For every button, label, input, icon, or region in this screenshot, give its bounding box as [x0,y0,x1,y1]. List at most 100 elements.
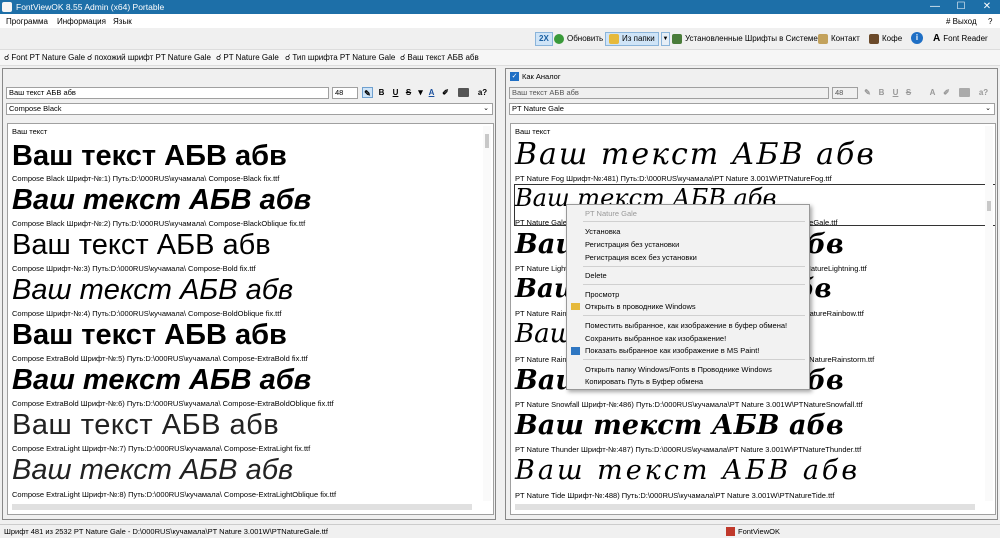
analog-checkbox[interactable]: ✓ [510,72,519,81]
left-vertical-scrollbar[interactable] [483,126,491,501]
coffee-button[interactable]: Кофе [869,32,902,46]
left-text-color-icon[interactable]: A [426,87,437,98]
left-horizontal-scrollbar[interactable] [12,504,472,510]
menu-item-copy-image[interactable]: Поместить выбранное, как изображение в б… [585,321,787,330]
scrollbar-thumb[interactable] [987,201,991,211]
menu-separator [583,284,805,285]
font-sample[interactable]: Ваш текст АБВ абв [12,142,287,171]
menu-item-delete[interactable]: Delete [585,271,607,280]
chevron-down-icon: ⌄ [483,105,489,112]
font-sample[interactable]: Ваш текст АБВ абв [515,412,844,439]
contact-button[interactable]: Контакт [818,32,860,46]
right-size-input[interactable]: 48 [832,87,858,99]
maximize-button[interactable]: ☐ [948,0,974,14]
font-sample[interactable]: Ваш текст АБВ абв [12,186,311,215]
left-print-icon[interactable] [458,88,469,97]
menu-bar: Программа Информация Язык # Выход ? [0,14,1000,28]
menu-separator [583,221,805,222]
left-strikeout-toggle[interactable]: S [403,87,414,98]
font-sample[interactable]: Ваш текст АБВ абв [12,456,293,485]
right-vertical-scrollbar[interactable] [985,126,993,501]
menu-exit[interactable]: # Выход [946,17,977,26]
pin-icon: ☌ [4,53,10,62]
pin-icon: ☌ [87,53,93,62]
folder-icon [571,303,580,310]
menu-item-open-fonts-folder[interactable]: Открыть папку Windows/Fonts в Проводнике… [585,365,772,374]
menu-program[interactable]: Программа [6,17,48,26]
menu-item-register-all[interactable]: Регистрация всех без установки [585,253,697,262]
left-preview-area: Ваш текст Ваш текст АБВ абв Compose Blac… [7,123,494,515]
pin-icon: ☌ [285,53,291,62]
right-horizontal-scrollbar[interactable] [515,504,975,510]
menu-item-save-image[interactable]: Сохранить выбранное как изображение! [585,334,726,343]
analog-checkbox-label: Как Аналог [522,72,561,81]
font-reader-icon: A [933,33,941,44]
favorite-item[interactable]: ☌ Font PT Nature Gale [4,53,85,62]
menu-item-install[interactable]: Установка [585,227,620,236]
font-caption: PT Nature Fog Шрифт-№:481) Путь:D:\000RU… [515,174,832,183]
right-strikeout-toggle[interactable]: S [903,87,914,98]
pin-icon: ☌ [216,53,222,62]
app-icon [2,2,12,12]
menu-information[interactable]: Информация [57,17,106,26]
left-antialias-toggle[interactable]: ✎ [362,87,373,98]
right-highlight-icon[interactable]: ✐ [941,87,952,98]
chevron-down-icon: ⌄ [985,105,991,112]
paint-icon [571,347,580,355]
font-sample[interactable]: Ваш текст АБВ абв [12,276,293,305]
left-help-icon[interactable]: a? [477,87,488,98]
font-sample[interactable]: Ваш текст АБВ абв [515,457,860,484]
installed-fonts-button[interactable]: Установленные Шрифты в Системе [672,32,818,46]
right-bold-toggle[interactable]: B [876,87,887,98]
font-sample[interactable]: Ваш текст АБВ абв [515,140,876,170]
menu-item-preview[interactable]: Просмотр [585,290,619,299]
minimize-button[interactable]: — [922,0,948,14]
menu-item-open-explorer[interactable]: Открыть в проводнике Windows [585,302,696,311]
font-sample[interactable]: Ваш текст АБВ абв [12,231,271,260]
menu-item-ms-paint[interactable]: Показать выбранное как изображение в MS … [585,346,759,355]
right-text-input[interactable]: Ваш текст АБВ абв [509,87,829,99]
menu-separator [583,315,805,316]
context-menu-header: PT Nature Gale [585,209,637,218]
menu-item-copy-path[interactable]: Копировать Путь в Буфер обмена [585,377,703,386]
font-sample[interactable]: Ваш текст АБВ абв [12,366,311,395]
font-sample[interactable]: Ваш текст АБВ абв [12,321,287,350]
close-button[interactable]: ✕ [974,0,1000,14]
right-font-select[interactable]: PT Nature Gale ⌄ [509,103,995,115]
zoom-2x-button[interactable]: 2X [535,32,553,46]
favorite-item[interactable]: ☌ Тип шрифта PT Nature Gale [285,53,395,62]
font-reader-button[interactable]: A Font Reader [933,32,988,46]
right-underline-toggle[interactable]: U [890,87,901,98]
right-help-icon[interactable]: a? [978,87,989,98]
right-text-color-icon[interactable]: A [927,87,938,98]
info-button[interactable]: i [911,32,923,44]
right-print-icon[interactable] [959,88,970,97]
menu-separator [583,359,805,360]
left-panel: Ваш текст АБВ абв 48 ✎ B U S ▾ A ✐ a? Co… [2,68,496,520]
scrollbar-thumb[interactable] [485,134,489,148]
left-underline-toggle[interactable]: U [390,87,401,98]
menu-help[interactable]: ? [988,17,992,26]
folder-icon [609,34,619,44]
favorite-item[interactable]: ☌ похожий шрифт PT Nature Gale [87,53,211,62]
favorite-item[interactable]: ☌ Ваш текст АБВ абв [400,53,479,62]
menu-language[interactable]: Язык [113,17,132,26]
left-font-select[interactable]: Compose Black ⌄ [6,103,493,115]
favorites-bar: ☌ Font PT Nature Gale ☌ похожий шрифт PT N… [0,49,1000,66]
font-caption: Compose ExtraLight Шрифт-№:8) Путь:D:\00… [12,490,337,499]
right-antialias-toggle[interactable]: ✎ [862,87,873,98]
app-logo-icon [726,527,735,536]
menu-item-register[interactable]: Регистрация без установки [585,240,679,249]
from-folder-button[interactable]: Из папки [605,32,659,46]
left-bold-toggle[interactable]: B [376,87,387,98]
favorite-item[interactable]: ☌ PT Nature Gale [216,53,279,62]
left-text-input[interactable]: Ваш текст АБВ абв [6,87,329,99]
pin-icon: ☌ [400,53,406,62]
refresh-button[interactable]: Обновить [554,32,603,46]
left-size-input[interactable]: 48 [332,87,358,99]
status-bar: Шрифт 481 из 2532 PT Nature Gale - D:\00… [0,524,1000,538]
left-highlight-icon[interactable]: ✐ [440,87,451,98]
from-folder-dropdown[interactable]: ▼ [661,32,670,46]
left-color-icon[interactable]: ▾ [415,87,426,98]
font-sample[interactable]: Ваш текст АБВ абв [12,411,279,440]
